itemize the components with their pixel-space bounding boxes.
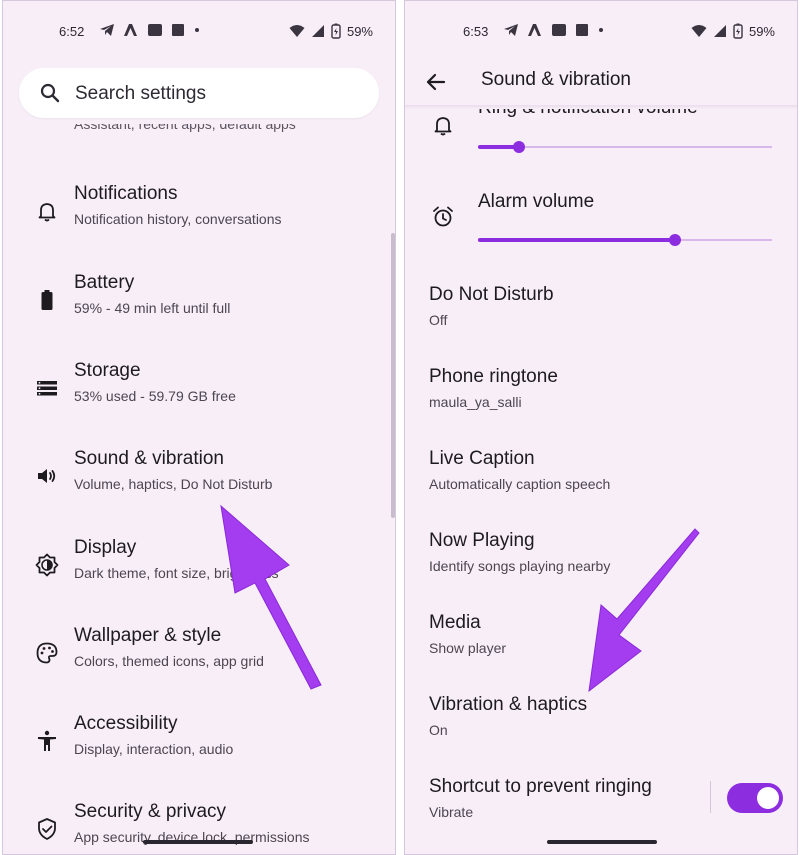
alarm-volume-slider[interactable] (478, 232, 772, 248)
ring-volume-slider[interactable] (478, 139, 772, 155)
setting-display[interactable]: Display Dark theme, font size, brightnes… (3, 537, 395, 597)
status-time: 6:53 (463, 24, 489, 39)
shortcut-toggle[interactable] (727, 783, 783, 813)
bell-icon (38, 203, 56, 222)
shield-icon (38, 818, 56, 840)
setting-title: Storage (74, 360, 141, 381)
battery-percent: 59% (346, 23, 373, 39)
alarm-icon (433, 206, 453, 227)
setting-phone-ringtone[interactable]: Phone ringtone maula_ya_salli (429, 366, 769, 422)
search-placeholder: Search settings (75, 83, 206, 104)
search-icon (40, 83, 60, 103)
telegram-icon (504, 24, 518, 36)
status-time: 6:52 (59, 24, 85, 39)
signal-icon (311, 25, 324, 37)
setting-media[interactable]: Media Show player (429, 612, 769, 668)
setting-title: Live Caption (429, 448, 535, 469)
app-bar: Sound & vibration (405, 59, 797, 107)
setting-title: Phone ringtone (429, 366, 558, 387)
setting-title: Accessibility (74, 713, 178, 734)
setting-subtitle: On (429, 722, 448, 738)
dot-icon (195, 28, 199, 32)
wifi-icon (289, 25, 305, 37)
setting-shortcut-prevent-ringing[interactable]: Shortcut to prevent ringing Vibrate (429, 776, 709, 832)
alarm-volume-title: Alarm volume (478, 191, 595, 212)
setting-accessibility[interactable]: Accessibility Display, interaction, audi… (3, 713, 395, 773)
setting-title: Now Playing (429, 530, 535, 551)
clipped-subtitle: Assistant, recent apps, default apps (74, 124, 296, 132)
page-title: Sound & vibration (481, 69, 631, 90)
setting-storage[interactable]: Storage 53% used - 59.79 GB free (3, 360, 395, 420)
wifi-icon (691, 25, 707, 37)
slider-thumb[interactable] (668, 234, 681, 246)
setting-title: Display (74, 537, 137, 558)
battery-icon (41, 290, 53, 310)
setting-subtitle: Dark theme, font size, brightness (74, 565, 279, 581)
status-bar: 6:53 59% (405, 23, 797, 43)
app-bar-shadow (405, 105, 797, 109)
setting-subtitle: Show player (429, 640, 507, 656)
back-arrow-icon[interactable] (423, 69, 449, 95)
app-badge-icon (552, 24, 566, 36)
speaker-icon (38, 469, 56, 483)
setting-subtitle: Display, interaction, audio (74, 741, 234, 757)
signal-icon (713, 25, 726, 37)
setting-title: Notifications (74, 183, 178, 204)
sound-vibration-screen: 6:53 59% Ring & notification volume Alar… (404, 0, 798, 855)
alarm-volume-row: Alarm volume (405, 189, 797, 259)
setting-title: Sound & vibration (74, 448, 224, 469)
square-icon (576, 24, 588, 36)
bell-icon (434, 117, 452, 136)
battery-percent: 59% (748, 23, 775, 39)
setting-subtitle: 59% - 49 min left until full (74, 300, 231, 316)
square-icon (172, 24, 184, 36)
setting-vibration-haptics[interactable]: Vibration & haptics On (429, 694, 769, 750)
battery-status-icon (733, 23, 743, 39)
dot-icon (599, 28, 603, 32)
gesture-nav-handle[interactable] (547, 840, 657, 844)
app-badge-icon (148, 24, 162, 36)
palette-icon (36, 642, 58, 664)
app-logo-icon (528, 24, 541, 36)
accessibility-icon (38, 730, 56, 751)
status-bar: 6:52 59% (3, 23, 395, 43)
setting-live-caption[interactable]: Live Caption Automatically caption speec… (429, 448, 769, 504)
setting-title: Wallpaper & style (74, 625, 222, 646)
setting-title: Security & privacy (74, 801, 227, 822)
setting-subtitle: 53% used - 59.79 GB free (74, 388, 236, 404)
setting-subtitle: Colors, themed icons, app grid (74, 653, 264, 669)
setting-notifications[interactable]: Notifications Notification history, conv… (3, 183, 395, 243)
settings-screen: 6:52 59% Search settings Assistant, rece… (2, 0, 396, 855)
storage-icon (37, 381, 57, 396)
search-settings-bar[interactable]: Search settings (19, 68, 379, 118)
setting-subtitle: maula_ya_salli (429, 394, 522, 410)
setting-title: Vibration & haptics (429, 694, 588, 715)
toggle-divider (710, 781, 711, 813)
setting-subtitle: Volume, haptics, Do Not Disturb (74, 476, 273, 492)
setting-subtitle: Automatically caption speech (429, 476, 611, 492)
setting-subtitle: Identify songs playing nearby (429, 558, 611, 574)
setting-sound-vibration[interactable]: Sound & vibration Volume, haptics, Do No… (3, 448, 395, 508)
battery-status-icon (331, 23, 341, 39)
slider-thumb[interactable] (513, 141, 526, 153)
setting-now-playing[interactable]: Now Playing Identify songs playing nearb… (429, 530, 769, 586)
setting-battery[interactable]: Battery 59% - 49 min left until full (3, 272, 395, 332)
setting-title: Shortcut to prevent ringing (429, 776, 652, 797)
brightness-icon (35, 553, 59, 577)
setting-do-not-disturb[interactable]: Do Not Disturb Off (429, 284, 769, 340)
setting-subtitle: Vibrate (429, 804, 474, 820)
slider-fill (478, 238, 675, 242)
setting-wallpaper-style[interactable]: Wallpaper & style Colors, themed icons, … (3, 625, 395, 685)
gesture-nav-handle[interactable] (143, 840, 253, 844)
app-logo-icon (124, 24, 137, 36)
scrollbar[interactable] (391, 233, 395, 518)
setting-security-privacy[interactable]: Security & privacy App security, device … (3, 801, 395, 854)
setting-title: Do Not Disturb (429, 284, 554, 305)
setting-title: Battery (74, 272, 135, 293)
setting-title: Media (429, 612, 481, 633)
toggle-knob (757, 787, 779, 809)
setting-subtitle: Off (429, 312, 448, 328)
telegram-icon (100, 24, 114, 36)
setting-subtitle: Notification history, conversations (74, 211, 282, 227)
